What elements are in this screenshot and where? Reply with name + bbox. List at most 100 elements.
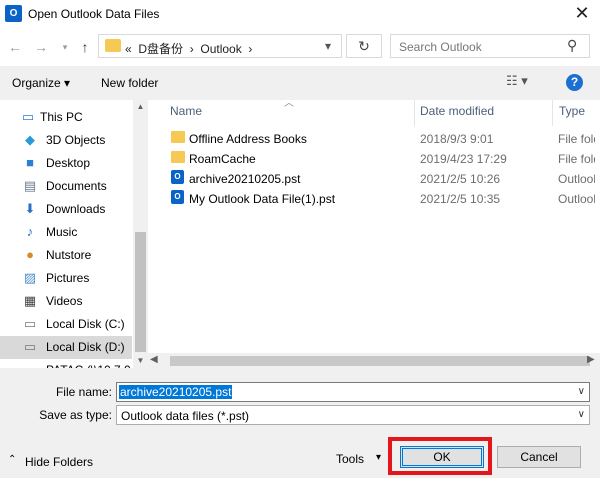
file-row[interactable]: Offline Address Books 2018/9/3 9:01 File f… xyxy=(165,128,595,148)
nav-pane-scroll-thumb[interactable] xyxy=(135,232,146,352)
breadcrumb[interactable]: « D盘备份 › Outlook › xyxy=(125,40,252,57)
tools-dropdown-icon[interactable]: ▾ xyxy=(376,452,381,463)
nav-item[interactable]: ▤ Documents xyxy=(0,175,132,198)
save-as-type-label: Save as type: xyxy=(39,408,112,422)
nav-item[interactable]: ▦ Videos xyxy=(0,290,132,313)
nav-item-label: Local Disk (D:) xyxy=(46,340,125,354)
file-date-modified: 2021/2/5 10:26 xyxy=(420,172,501,186)
nav-item-label: This PC xyxy=(40,110,83,124)
save-as-type-select[interactable]: Outlook data files (*.pst) ∨ xyxy=(116,405,590,425)
search-placeholder: Search Outlook xyxy=(399,40,482,54)
nav-item-label: 3D Objects xyxy=(46,133,106,147)
breadcrumb-item[interactable]: D盘备份 xyxy=(138,42,183,56)
breadcrumb-item[interactable]: Outlook xyxy=(200,42,241,56)
scroll-up-icon[interactable]: ▲ xyxy=(133,100,148,114)
drive-icon: ▭ xyxy=(23,316,37,331)
file-row[interactable]: O My Outlook Data File(1).pst 2021/2/5 10:… xyxy=(165,188,595,208)
file-name: archive20210205.pst xyxy=(189,172,301,186)
hide-folders-button[interactable]: Hide Folders xyxy=(25,455,93,469)
file-type: File folder xyxy=(558,132,595,146)
column-header-name[interactable]: Name xyxy=(170,104,202,122)
file-type: Outlook xyxy=(558,172,595,186)
nav-item[interactable]: ◆ 3D Objects xyxy=(0,129,132,152)
videos-icon: ▦ xyxy=(23,293,37,308)
forward-arrow-icon[interactable]: → xyxy=(32,38,50,56)
address-dropdown-chevron-icon[interactable]: ▾ xyxy=(325,39,331,53)
breadcrumb-separator[interactable]: › xyxy=(190,42,194,56)
computer-icon: ▭ xyxy=(21,109,35,124)
nav-item[interactable]: ⬇ Downloads xyxy=(0,198,132,221)
refresh-button[interactable]: ↻ xyxy=(346,34,382,58)
nav-item[interactable]: ♪ Music xyxy=(0,221,132,244)
nav-item-label: Desktop xyxy=(46,156,91,170)
drive-icon: ▭ xyxy=(23,339,37,354)
nav-item-label: Local Disk (C:) xyxy=(46,317,125,331)
nav-item[interactable]: ● Nutstore xyxy=(0,244,132,267)
nav-item-label: Documents xyxy=(46,179,107,193)
file-name: My Outlook Data File(1).pst xyxy=(189,192,336,206)
column-header-type[interactable]: Type xyxy=(559,104,585,122)
nav-item-label: Downloads xyxy=(46,202,106,216)
column-divider[interactable] xyxy=(552,100,553,126)
nav-item-label: Pictures xyxy=(46,271,90,285)
file-row[interactable]: Oarchive20210205.pst 2021/2/5 10:26 Outloo… xyxy=(165,168,595,188)
nav-item-label: Music xyxy=(46,225,78,239)
download-icon: ⬇ xyxy=(24,201,36,216)
search-icon: ⚲ xyxy=(567,37,578,53)
file-name-value[interactable]: archive20210205.pst xyxy=(119,385,233,399)
chevron-up-icon[interactable]: ⌃ xyxy=(8,454,16,465)
nav-item[interactable]: ▭ Local Disk (C:) xyxy=(0,313,132,336)
file-date-modified: 2018/9/3 9:01 xyxy=(420,132,494,146)
nav-item-this-pc[interactable]: ▭ This PC xyxy=(0,106,132,129)
music-icon: ♪ xyxy=(26,224,34,239)
scroll-down-icon[interactable]: ▼ xyxy=(133,354,148,368)
nav-item[interactable]: ▨ Pictures xyxy=(0,267,132,290)
new-folder-button[interactable]: New folder xyxy=(101,76,158,90)
outlook-app-icon: O xyxy=(5,5,22,22)
tools-button[interactable]: Tools xyxy=(336,452,364,466)
back-arrow-icon[interactable]: ← xyxy=(6,38,24,56)
nav-item-label: Videos xyxy=(46,294,83,308)
window-title: Open Outlook Data Files xyxy=(28,7,160,21)
up-arrow-icon[interactable]: ↑ xyxy=(76,38,94,56)
scroll-right-icon[interactable]: ▶ xyxy=(587,354,595,365)
view-options-button[interactable]: ☷ ▾ xyxy=(506,73,528,89)
close-icon[interactable]: ✕ xyxy=(570,2,594,24)
chevron-down-icon[interactable]: ∨ xyxy=(578,409,585,420)
nav-item[interactable]: ■ Desktop xyxy=(0,152,132,175)
address-bar[interactable]: « D盘备份 › Outlook › ▾ xyxy=(98,34,342,58)
nav-item[interactable]: ▭PATAC (\\10.7.0.5 xyxy=(0,359,141,369)
file-type: Outlook xyxy=(558,192,595,206)
scroll-left-icon[interactable]: ◀ xyxy=(150,354,158,365)
cancel-button[interactable]: Cancel xyxy=(497,446,581,468)
file-name-dropdown-chevron-icon[interactable]: ∨ xyxy=(578,386,585,397)
nutstore-icon: ● xyxy=(26,247,34,262)
file-date-modified: 2021/2/5 10:35 xyxy=(420,192,501,206)
save-as-type-value: Outlook data files (*.pst) xyxy=(121,409,250,423)
file-name: RoamCache xyxy=(189,152,256,166)
file-row[interactable]: RoamCache 2019/4/23 17:29 File folder xyxy=(165,148,595,168)
horizontal-scroll-thumb[interactable] xyxy=(170,356,590,366)
sort-ascending-icon: ︿ xyxy=(284,98,294,109)
breadcrumb-separator[interactable]: › xyxy=(248,42,252,56)
outlook-file-icon: O xyxy=(171,170,184,184)
help-icon[interactable]: ? xyxy=(566,74,583,91)
column-divider[interactable] xyxy=(414,100,415,126)
column-header-date-modified[interactable]: Date modified xyxy=(420,104,494,122)
file-type: File folder xyxy=(558,152,595,166)
search-input[interactable]: Search Outlook ⚲ xyxy=(390,34,590,58)
refresh-icon: ↻ xyxy=(358,38,370,54)
organize-button[interactable]: Organize ▾ xyxy=(12,76,70,90)
file-date-modified: 2019/4/23 17:29 xyxy=(420,152,507,166)
pictures-icon: ▨ xyxy=(23,270,37,285)
nav-item[interactable]: ▭ Local Disk (D:) xyxy=(0,336,132,359)
file-name: Offline Address Books xyxy=(189,132,307,146)
breadcrumb-overflow[interactable]: « xyxy=(125,42,132,56)
file-name-input[interactable]: archive20210205.pst ∨ xyxy=(116,382,590,402)
folder-icon xyxy=(171,131,185,143)
folder-icon xyxy=(171,151,185,163)
recent-locations-chevron-icon[interactable]: ▾ xyxy=(56,38,74,56)
desktop-icon: ■ xyxy=(26,155,34,170)
cube-icon: ◆ xyxy=(25,132,35,147)
ok-button[interactable]: OK xyxy=(400,446,484,468)
